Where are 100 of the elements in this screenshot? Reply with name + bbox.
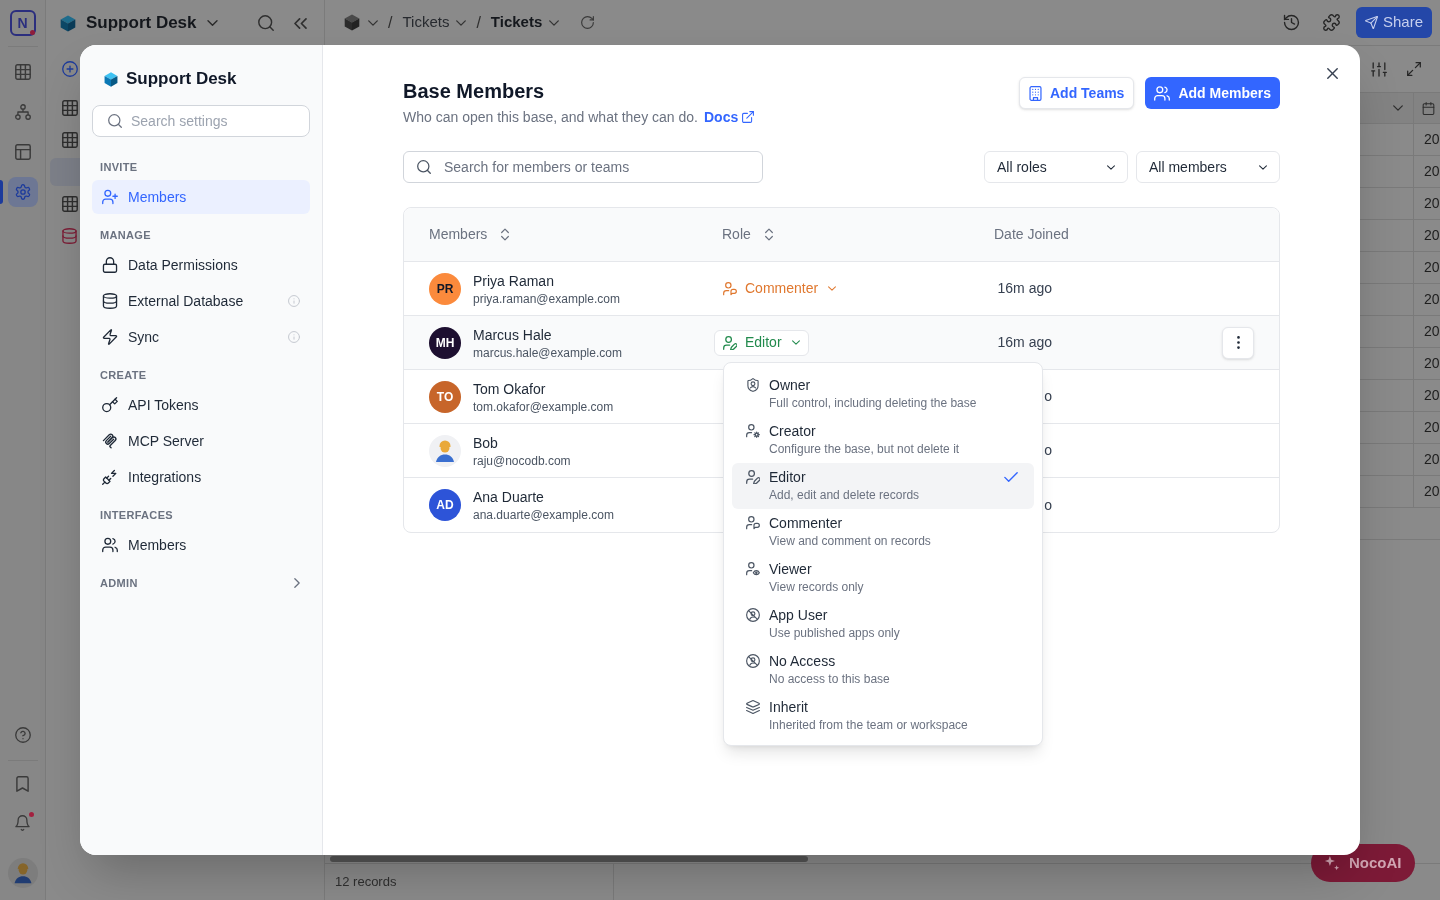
breadcrumb[interactable]: Tickets: [402, 11, 450, 34]
chevron-down-icon[interactable]: [1393, 105, 1403, 111]
chevron-down-icon[interactable]: [368, 19, 378, 26]
plug-icon: [102, 469, 118, 485]
table-icon[interactable]: [62, 196, 78, 212]
docs-link[interactable]: Docs: [704, 107, 755, 127]
nav-item[interactable]: Sync: [92, 320, 310, 354]
member-email: tom.okafor@example.com: [473, 398, 614, 415]
users-icon: [1154, 85, 1171, 101]
breadcrumb-separator: /: [476, 12, 481, 33]
close-icon[interactable]: [1327, 68, 1338, 79]
grid-cell-text: 20: [1424, 226, 1440, 245]
add-icon[interactable]: [62, 61, 78, 77]
nav-item[interactable]: Integrations: [92, 460, 310, 494]
check-icon: [1004, 471, 1018, 482]
member-name: Bob: [473, 433, 499, 453]
member-email: ana.duarte@example.com: [473, 507, 614, 523]
refresh-icon[interactable]: [581, 16, 595, 29]
member-email: raju@nocodb.com: [473, 452, 571, 469]
shield-user-icon: [746, 377, 760, 392]
layers-icon: [746, 699, 760, 714]
nav-item[interactable]: Members: [92, 180, 310, 214]
more-button[interactable]: [1222, 326, 1254, 359]
nav-item[interactable]: Data Permissions: [92, 248, 310, 282]
rail-button[interactable]: [7, 177, 38, 207]
puzzle-icon[interactable]: [1322, 14, 1340, 31]
member-email: marcus.hale@example.com: [473, 344, 622, 361]
primary-button[interactable]: Add Members: [1145, 77, 1280, 109]
user-chat-icon: [723, 281, 737, 296]
notifications-icon[interactable]: [15, 815, 30, 831]
nav-item[interactable]: MCP Server: [92, 424, 310, 458]
sort-icon[interactable]: [501, 228, 510, 241]
bookmark-icon[interactable]: [16, 776, 29, 792]
record-count: 12 records: [335, 873, 397, 892]
search-field[interactable]: Search for members or teams: [403, 151, 763, 183]
chevron-down-icon: [791, 340, 800, 345]
section-heading: INTERFACES: [100, 507, 173, 523]
chevron-down-icon[interactable]: [549, 19, 560, 26]
chevron-down-icon: [1107, 164, 1115, 170]
breadcrumb[interactable]: Tickets: [490, 11, 543, 34]
search-icon: [108, 114, 122, 128]
modal-title: Base Members: [403, 79, 546, 104]
section-heading: CREATE: [100, 367, 147, 383]
avatar: PR: [429, 272, 461, 305]
chevron-down-icon[interactable]: [456, 19, 467, 26]
layout-icon[interactable]: [14, 144, 31, 160]
avatar: MH: [429, 326, 461, 359]
table-icon[interactable]: [62, 100, 78, 116]
user-blocked-icon: [746, 653, 760, 668]
history-icon[interactable]: [1282, 14, 1300, 31]
sparkle-icon: [1324, 854, 1340, 872]
date-joined: 16m ago: [996, 279, 1052, 298]
cube-icon[interactable]: [344, 14, 360, 31]
dropdown-select[interactable]: All members: [1136, 151, 1280, 183]
user-chat-icon: [746, 515, 760, 530]
cube-icon: [104, 71, 118, 87]
expand-icon[interactable]: [1407, 62, 1421, 76]
user-pen-icon: [723, 335, 737, 350]
help-icon[interactable]: [14, 727, 31, 743]
nav-item[interactable]: API Tokens: [92, 388, 310, 422]
chevron-right-icon[interactable]: [294, 578, 300, 588]
date-joined: 16m ago: [996, 333, 1052, 352]
search-field[interactable]: Search settings: [92, 105, 310, 137]
diagram-icon[interactable]: [14, 104, 31, 120]
grid-cell-text: 20: [1424, 418, 1440, 437]
collapse-icon[interactable]: [294, 17, 307, 29]
section-heading: INVITE: [100, 159, 138, 175]
date-joined: o: [1043, 387, 1052, 406]
nav-item[interactable]: External Database: [92, 284, 310, 318]
lightning-icon: [102, 329, 118, 345]
sort-icon[interactable]: [764, 228, 773, 241]
external-link-icon: [742, 111, 755, 123]
section-heading: ADMIN: [100, 575, 138, 591]
grid-cell-text: 20: [1424, 450, 1440, 469]
member-name: Priya Raman: [473, 271, 555, 291]
search-icon[interactable]: [258, 15, 274, 31]
role-dropdown[interactable]: Editor: [714, 329, 809, 356]
date-joined: o: [1043, 495, 1052, 515]
menu-item[interactable]: Editor Add, edit and delete records: [732, 462, 1034, 509]
user-pen-icon: [746, 469, 760, 484]
dropdown-select[interactable]: All roles: [984, 151, 1128, 183]
chevron-down-icon[interactable]: [206, 20, 218, 26]
calendar-icon: [1422, 101, 1435, 115]
breadcrumb-separator: /: [388, 12, 393, 33]
database-icon[interactable]: [62, 228, 77, 244]
key-icon: [102, 397, 118, 413]
lock-icon: [102, 257, 118, 273]
column-header: Members: [429, 225, 488, 244]
member-name: Ana Duarte: [473, 488, 545, 507]
chevron-down-icon: [1259, 164, 1267, 170]
table-icon[interactable]: [62, 132, 78, 148]
sliders-icon[interactable]: [1371, 61, 1387, 77]
nav-item[interactable]: Members: [92, 528, 310, 562]
outline-button[interactable]: Add Teams: [1019, 77, 1135, 109]
table-icon[interactable]: [14, 64, 31, 80]
horizontal-scrollbar[interactable]: [330, 856, 808, 862]
base-name[interactable]: Support Desk: [86, 10, 197, 36]
settings-icon: [14, 184, 31, 200]
avatar-icon[interactable]: [7, 858, 38, 888]
share-button[interactable]: Share: [1355, 7, 1432, 38]
